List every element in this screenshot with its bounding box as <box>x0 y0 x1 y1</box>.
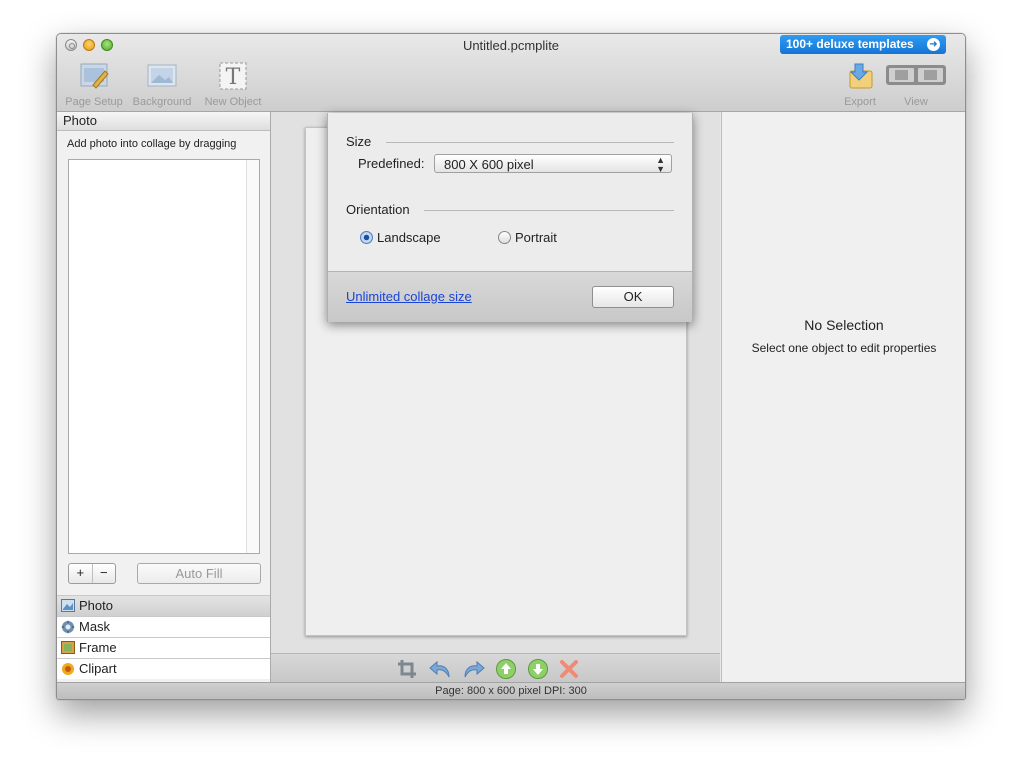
object-toolbar <box>271 653 720 683</box>
photo-list-scrollbar[interactable] <box>246 160 259 553</box>
panel-tabs: Photo Mask Frame Clipart <box>57 595 270 679</box>
remove-photo-button[interactable]: − <box>93 564 116 583</box>
tab-photo[interactable]: Photo <box>57 595 270 616</box>
predefined-size-value: 800 X 600 pixel <box>444 157 534 172</box>
text-object-icon: T <box>219 62 247 90</box>
orientation-section-label: Orientation <box>346 202 410 217</box>
size-divider <box>386 142 674 143</box>
title-bar: Untitled.pcmplite 100+ deluxe templates … <box>57 34 965 112</box>
undo-icon[interactable] <box>429 659 453 679</box>
size-section-label: Size <box>346 134 372 149</box>
templates-promo-label: 100+ deluxe templates <box>786 37 914 51</box>
view-mode-icon <box>886 65 946 85</box>
sheet-footer: Unlimited collage size OK <box>328 271 692 322</box>
landscape-label: Landscape <box>377 230 441 245</box>
view-button[interactable]: View <box>885 61 947 108</box>
tab-clipart[interactable]: Clipart <box>57 658 270 679</box>
new-object-label: New Object <box>204 96 262 108</box>
updown-arrows-icon: ▲ ▼ <box>656 155 665 174</box>
view-label: View <box>904 96 928 108</box>
export-icon <box>849 63 873 89</box>
ok-button[interactable]: OK <box>592 286 674 308</box>
portrait-label: Portrait <box>515 230 557 245</box>
page-setup-label: Page Setup <box>65 96 123 108</box>
photo-panel-hint: Add photo into collage by dragging <box>67 138 237 150</box>
export-label: Export <box>844 96 876 108</box>
frame-icon <box>61 641 75 654</box>
mask-icon <box>61 620 75 634</box>
predefined-size-select[interactable]: 800 X 600 pixel ▲ ▼ <box>434 154 672 174</box>
svg-text:T: T <box>226 65 241 90</box>
new-object-button[interactable]: T New Object <box>201 61 265 108</box>
photo-panel-header: Photo <box>57 112 270 131</box>
page-setup-button[interactable]: Page Setup <box>63 61 125 108</box>
tab-photo-label: Photo <box>79 598 113 613</box>
background-button[interactable]: Background <box>129 61 195 108</box>
send-backward-icon[interactable] <box>527 659 549 679</box>
arrow-right-icon: ➜ <box>927 38 940 51</box>
portrait-radio[interactable]: Portrait <box>498 230 557 245</box>
status-bar: Page: 800 x 600 pixel DPI: 300 <box>57 682 965 699</box>
add-photo-button[interactable]: + <box>69 564 93 583</box>
delete-icon[interactable] <box>559 659 579 679</box>
clipart-icon <box>62 663 74 675</box>
no-selection-hint: Select one object to edit properties <box>751 341 937 355</box>
tab-mask[interactable]: Mask <box>57 616 270 637</box>
redo-icon[interactable] <box>461 659 485 679</box>
predefined-label: Predefined: <box>358 156 425 171</box>
auto-fill-button[interactable]: Auto Fill <box>137 563 261 584</box>
landscape-radio-dot <box>360 231 373 244</box>
properties-panel: No Selection Select one object to edit p… <box>721 112 965 682</box>
tab-frame[interactable]: Frame <box>57 637 270 658</box>
tab-frame-label: Frame <box>79 640 117 655</box>
background-label: Background <box>132 96 192 108</box>
tab-mask-label: Mask <box>79 619 111 634</box>
background-icon <box>147 64 177 87</box>
photo-list[interactable] <box>68 159 260 554</box>
crop-icon[interactable] <box>397 659 417 679</box>
app-window: Untitled.pcmplite 100+ deluxe templates … <box>56 33 966 700</box>
templates-promo-button[interactable]: 100+ deluxe templates ➜ <box>780 35 946 54</box>
orientation-divider <box>424 210 674 211</box>
export-button[interactable]: Export <box>835 61 885 108</box>
no-selection-title: No Selection <box>804 317 884 333</box>
bring-forward-icon[interactable] <box>495 659 517 679</box>
add-remove-control: + − <box>68 563 116 584</box>
landscape-radio[interactable]: Landscape <box>360 230 441 245</box>
photo-panel: Photo Add photo into collage by dragging… <box>57 112 271 682</box>
portrait-radio-dot <box>498 231 511 244</box>
photo-icon <box>61 599 75 612</box>
unlimited-collage-size-link[interactable]: Unlimited collage size <box>346 289 472 304</box>
tab-clipart-label: Clipart <box>79 661 117 676</box>
page-setup-icon <box>80 63 109 89</box>
page-setup-sheet: Size Predefined: 800 X 600 pixel ▲ ▼ Orie… <box>327 113 693 322</box>
